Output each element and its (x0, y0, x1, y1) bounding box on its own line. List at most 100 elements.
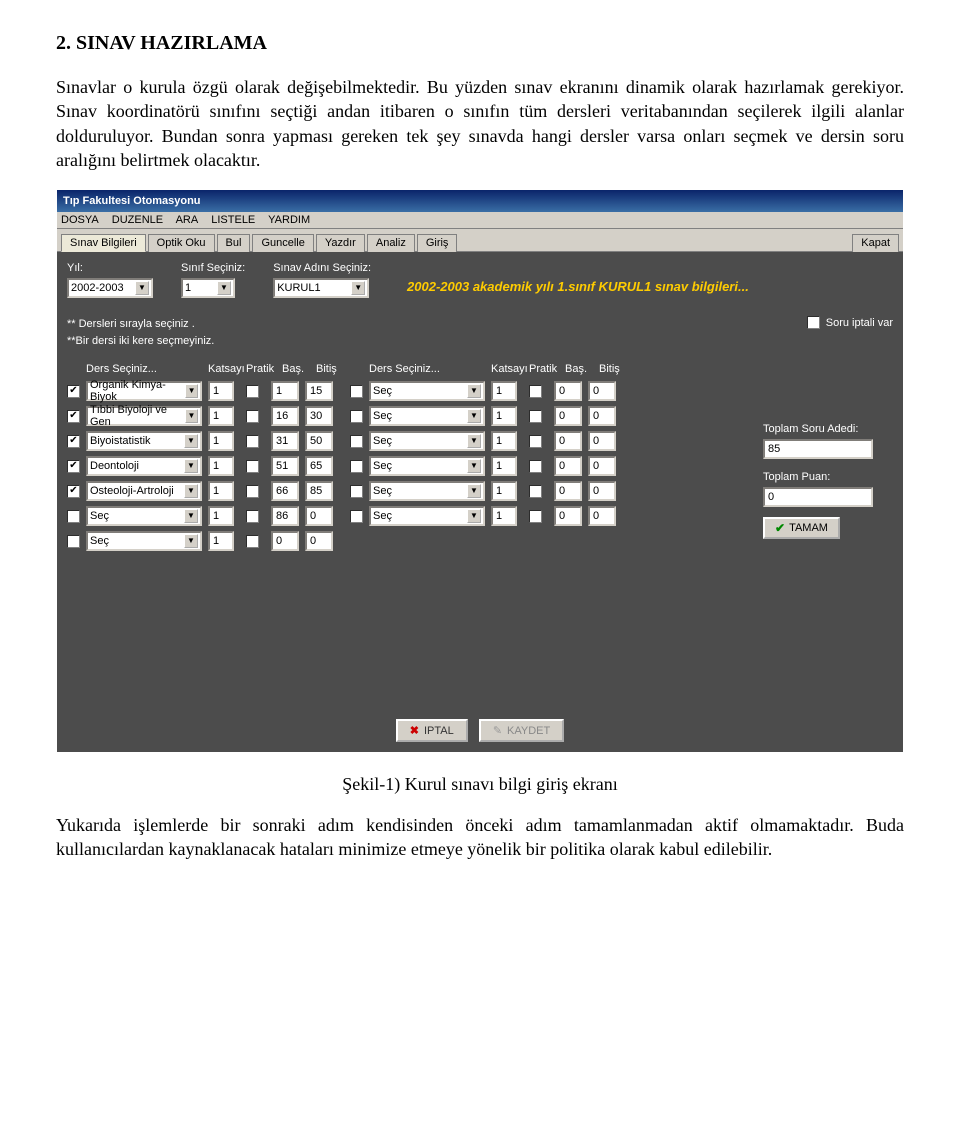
bitis-input[interactable]: 0 (588, 381, 616, 401)
tab-giris[interactable]: Giriş (417, 234, 458, 252)
bas-input[interactable]: 31 (271, 431, 299, 451)
bas-input[interactable]: 0 (554, 406, 582, 426)
row-checkbox[interactable]: ✔ (67, 485, 80, 498)
sinav-select[interactable]: KURUL1 ▼ (273, 278, 369, 298)
katsayi-input[interactable]: 1 (208, 406, 234, 426)
katsayi-input[interactable]: 1 (491, 506, 517, 526)
tab-kapat[interactable]: Kapat (852, 234, 899, 252)
menu-ara[interactable]: ARA (176, 214, 199, 226)
katsayi-input[interactable]: 1 (491, 431, 517, 451)
ders-select[interactable]: Seç▼ (369, 431, 485, 451)
tab-guncelle[interactable]: Guncelle (252, 234, 313, 252)
row-checkbox[interactable] (350, 410, 363, 423)
ders-select[interactable]: Seç▼ (86, 531, 202, 551)
tab-yazdir[interactable]: Yazdır (316, 234, 365, 252)
pratik-checkbox[interactable] (529, 385, 542, 398)
ders-select[interactable]: Seç▼ (369, 481, 485, 501)
pratik-checkbox[interactable] (246, 460, 259, 473)
row-checkbox[interactable] (67, 510, 80, 523)
katsayi-input[interactable]: 1 (208, 431, 234, 451)
row-checkbox[interactable]: ✔ (67, 385, 80, 398)
ders-select[interactable]: Organik Kimya-Biyok▼ (86, 381, 202, 401)
row-checkbox[interactable]: ✔ (67, 460, 80, 473)
pratik-checkbox[interactable] (246, 385, 259, 398)
menu-duzenle[interactable]: DUZENLE (112, 214, 163, 226)
bitis-input[interactable]: 15 (305, 381, 333, 401)
bas-input[interactable]: 86 (271, 506, 299, 526)
pratik-checkbox[interactable] (529, 435, 542, 448)
course-row: Seç▼ 1 00 (67, 531, 344, 551)
bas-input[interactable]: 0 (554, 481, 582, 501)
ders-select[interactable]: Osteoloji-Artroloji▼ (86, 481, 202, 501)
row-checkbox[interactable]: ✔ (67, 410, 80, 423)
row-checkbox[interactable]: ✔ (67, 435, 80, 448)
pratik-checkbox[interactable] (529, 485, 542, 498)
katsayi-input[interactable]: 1 (491, 406, 517, 426)
kaydet-button[interactable]: ✎ KAYDET (479, 719, 564, 742)
ders-select[interactable]: Seç▼ (369, 381, 485, 401)
row-checkbox[interactable] (350, 385, 363, 398)
yil-select[interactable]: 2002-2003 ▼ (67, 278, 153, 298)
tamam-button[interactable]: ✔ TAMAM (763, 517, 840, 539)
ders-select[interactable]: Seç▼ (369, 406, 485, 426)
tab-bul[interactable]: Bul (217, 234, 251, 252)
katsayi-input[interactable]: 1 (208, 506, 234, 526)
bitis-input[interactable]: 0 (588, 481, 616, 501)
tab-analiz[interactable]: Analiz (367, 234, 415, 252)
bas-input[interactable]: 0 (554, 506, 582, 526)
ders-select[interactable]: Deontoloji▼ (86, 456, 202, 476)
soru-iptal-checkbox[interactable] (807, 316, 820, 329)
menu-dosya[interactable]: DOSYA (61, 214, 99, 226)
katsayi-input[interactable]: 1 (491, 481, 517, 501)
katsayi-input[interactable]: 1 (208, 481, 234, 501)
bitis-input[interactable]: 0 (588, 431, 616, 451)
menu-listele[interactable]: LISTELE (211, 214, 255, 226)
bas-input[interactable]: 51 (271, 456, 299, 476)
pratik-checkbox[interactable] (246, 485, 259, 498)
bas-input[interactable]: 0 (554, 431, 582, 451)
bas-input[interactable]: 0 (554, 381, 582, 401)
bitis-input[interactable]: 0 (588, 506, 616, 526)
pratik-checkbox[interactable] (246, 435, 259, 448)
katsayi-input[interactable]: 1 (208, 456, 234, 476)
menu-yardim[interactable]: YARDIM (268, 214, 310, 226)
katsayi-input[interactable]: 1 (491, 381, 517, 401)
bas-input[interactable]: 66 (271, 481, 299, 501)
bitis-input[interactable]: 85 (305, 481, 333, 501)
row-checkbox[interactable] (350, 435, 363, 448)
bitis-input[interactable]: 30 (305, 406, 333, 426)
bas-input[interactable]: 0 (554, 456, 582, 476)
bas-input[interactable]: 1 (271, 381, 299, 401)
ders-select[interactable]: Seç▼ (86, 506, 202, 526)
row-checkbox[interactable] (67, 535, 80, 548)
bitis-input[interactable]: 0 (305, 506, 333, 526)
pratik-checkbox[interactable] (529, 460, 542, 473)
row-checkbox[interactable] (350, 510, 363, 523)
katsayi-input[interactable]: 1 (208, 531, 234, 551)
bitis-input[interactable]: 65 (305, 456, 333, 476)
katsayi-input[interactable]: 1 (208, 381, 234, 401)
pratik-checkbox[interactable] (246, 410, 259, 423)
ders-select[interactable]: Tıbbi Biyoloji ve Gen▼ (86, 406, 202, 426)
katsayi-input[interactable]: 1 (491, 456, 517, 476)
sinif-select[interactable]: 1 ▼ (181, 278, 235, 298)
bitis-input[interactable]: 0 (588, 406, 616, 426)
bitis-input[interactable]: 0 (588, 456, 616, 476)
bas-input[interactable]: 16 (271, 406, 299, 426)
row-checkbox[interactable] (350, 460, 363, 473)
pratik-checkbox[interactable] (529, 410, 542, 423)
bitis-input[interactable]: 0 (305, 531, 333, 551)
pratik-checkbox[interactable] (246, 535, 259, 548)
row-checkbox[interactable] (350, 485, 363, 498)
iptal-button[interactable]: ✖ IPTAL (396, 719, 468, 742)
pratik-checkbox[interactable] (529, 510, 542, 523)
bitis-input[interactable]: 50 (305, 431, 333, 451)
tab-optik-oku[interactable]: Optik Oku (148, 234, 215, 252)
ders-select[interactable]: Seç▼ (369, 456, 485, 476)
tab-sinav-bilgileri[interactable]: Sınav Bilgileri (61, 234, 146, 252)
bas-input[interactable]: 0 (271, 531, 299, 551)
ders-select[interactable]: Seç▼ (369, 506, 485, 526)
pratik-checkbox[interactable] (246, 510, 259, 523)
hdr-bitis-left: Bitiş (316, 363, 344, 375)
ders-select[interactable]: Biyoistatistik▼ (86, 431, 202, 451)
